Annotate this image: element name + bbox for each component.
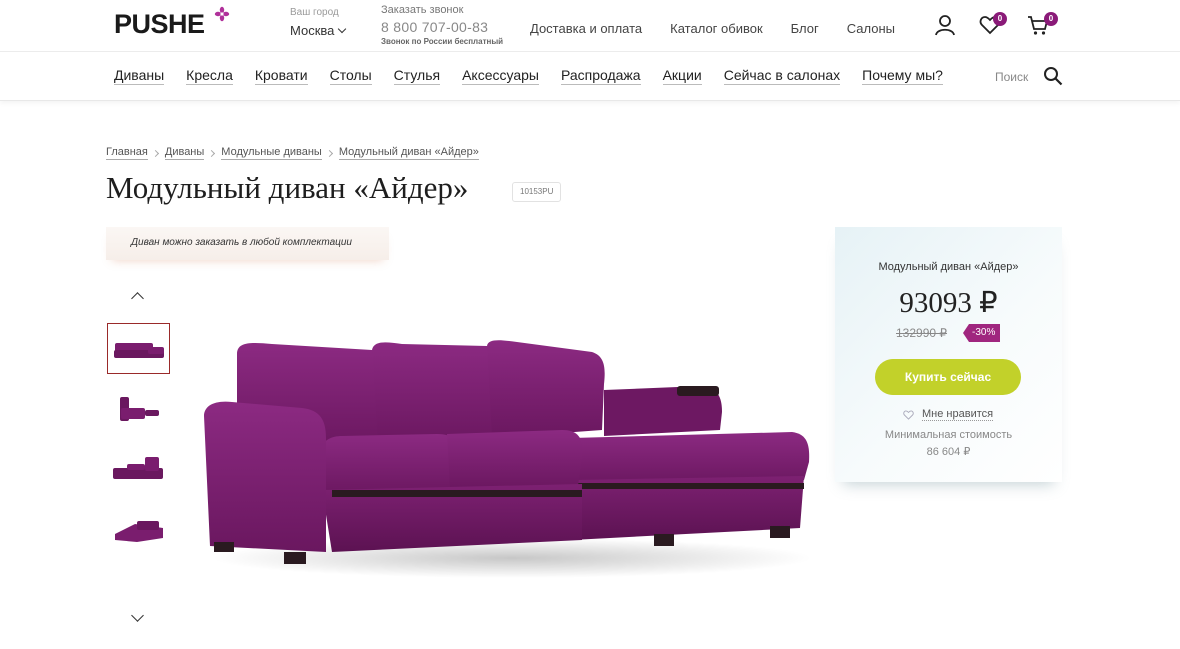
thumbnail-2[interactable]	[107, 384, 170, 435]
sofa-thumbnail-image	[115, 521, 163, 542]
chevron-right-icon	[208, 149, 216, 157]
old-price: 132990 ₽	[896, 326, 948, 340]
nav-item-promos[interactable]: Акции	[662, 67, 702, 85]
main-nav: Диваны Кресла Кровати Столы Стулья Аксес…	[0, 53, 1180, 101]
chevron-down-icon	[338, 24, 347, 34]
min-cost-label: Минимальная стоимость	[884, 429, 1013, 441]
cart-badge: 0	[1044, 12, 1058, 26]
search-icon[interactable]	[1043, 66, 1063, 86]
breadcrumb-current[interactable]: Модульный диван «Айдер»	[338, 146, 479, 160]
chevron-right-icon	[151, 149, 159, 157]
thumbnail-3[interactable]	[107, 445, 170, 496]
notice-text: Диван можно заказать в любой комплектаци…	[131, 237, 352, 248]
buy-now-button[interactable]: Купить сейчас	[875, 359, 1021, 395]
like-label[interactable]: Мне нравится	[922, 408, 994, 421]
page-title: Модульный диван «Айдер»	[106, 170, 469, 205]
heart-icon	[903, 409, 914, 420]
callback-block[interactable]: Заказать звонок 8 800 707-00-83 Звонок п…	[381, 4, 503, 46]
top-header: PUSHE Ваш город Москва Заказать звонок 8…	[0, 0, 1180, 52]
thumbnail-4[interactable]	[107, 506, 170, 557]
logo-flower-icon	[214, 6, 230, 22]
breadcrumb-sofas[interactable]: Диваны	[164, 146, 205, 160]
phone-number[interactable]: 8 800 707-00-83	[381, 19, 503, 35]
chevron-right-icon	[325, 149, 333, 157]
thumbnail-1[interactable]	[107, 323, 170, 374]
top-link-delivery[interactable]: Доставка и оплата	[530, 21, 642, 36]
nav-item-armchairs[interactable]: Кресла	[186, 67, 233, 85]
wishlist-badge: 0	[993, 12, 1007, 26]
city-label: Ваш город	[290, 7, 339, 18]
top-link-salons[interactable]: Салоны	[847, 21, 895, 36]
sofa-thumbnail-image	[120, 397, 159, 421]
nav-item-tables[interactable]: Столы	[329, 67, 372, 85]
price-card-title: Модульный диван «Айдер»	[878, 261, 1019, 273]
city-value[interactable]: Москва	[290, 23, 334, 38]
logo[interactable]: PUSHE	[114, 9, 205, 40]
city-selector[interactable]: Ваш город Москва	[290, 7, 347, 40]
current-price: 93093 ₽	[899, 287, 998, 319]
sofa-thumbnail-image	[113, 457, 163, 479]
search-label[interactable]: Поиск	[995, 70, 1028, 84]
configuration-notice: Диван можно заказать в любой комплектаци…	[106, 227, 389, 260]
top-link-fabrics[interactable]: Каталог обивок	[670, 21, 763, 36]
nav-item-sale[interactable]: Распродажа	[560, 67, 641, 85]
user-icon[interactable]	[934, 14, 956, 36]
min-cost-value: 86 604 ₽	[926, 446, 971, 458]
sku-badge: 10153PU	[512, 182, 562, 202]
chevron-down-icon[interactable]	[131, 609, 144, 622]
product-image	[204, 340, 812, 578]
top-links: Доставка и оплата Каталог обивок Блог Са…	[530, 21, 923, 36]
like-button[interactable]: Мне нравится	[903, 408, 994, 421]
nav-item-in-salons[interactable]: Сейчас в салонах	[723, 67, 841, 85]
price-card: Модульный диван «Айдер» 93093 ₽ 132990 ₽…	[835, 227, 1062, 482]
discount-badge: -30%	[963, 324, 1001, 342]
main-nav-items: Диваны Кресла Кровати Столы Стулья Аксес…	[114, 67, 965, 85]
top-link-blog[interactable]: Блог	[791, 21, 819, 36]
nav-item-beds[interactable]: Кровати	[254, 67, 308, 85]
breadcrumb: Главная Диваны Модульные диваны Модульны…	[106, 146, 479, 160]
nav-item-chairs[interactable]: Стулья	[393, 67, 441, 85]
nav-item-sofas[interactable]: Диваны	[114, 67, 165, 85]
phone-note: Звонок по России бесплатный	[381, 37, 504, 46]
sofa-thumbnail-image	[114, 343, 164, 358]
nav-item-why-us[interactable]: Почему мы?	[862, 67, 943, 85]
chevron-up-icon[interactable]	[131, 292, 144, 305]
breadcrumb-home[interactable]: Главная	[106, 146, 148, 160]
breadcrumb-modular-sofas[interactable]: Модульные диваны	[221, 146, 322, 160]
callback-label[interactable]: Заказать звонок	[381, 4, 503, 16]
nav-item-accessories[interactable]: Аксессуары	[462, 67, 539, 85]
